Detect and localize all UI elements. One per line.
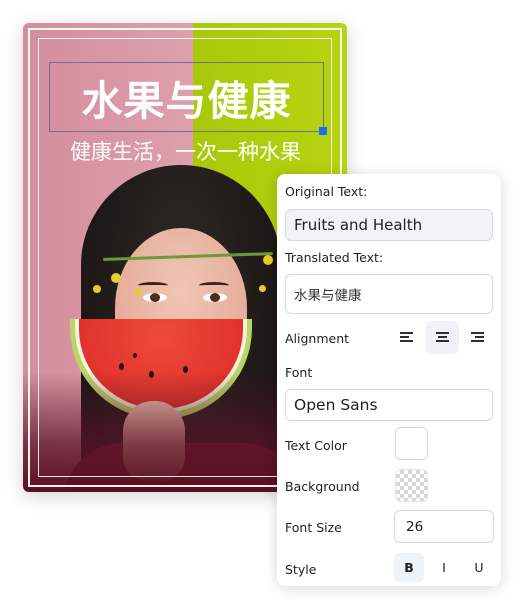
photo-flower (259, 285, 266, 292)
text-color-swatch[interactable] (395, 427, 428, 460)
text-properties-panel: Original Text: Fruits and Health Transla… (277, 174, 501, 586)
align-right-icon (471, 332, 484, 342)
align-center-button[interactable] (425, 320, 459, 354)
watermelon-seed (149, 371, 154, 378)
font-label: Font (285, 365, 313, 380)
original-text-field[interactable]: Fruits and Health (285, 209, 493, 241)
background-color-swatch[interactable] (395, 469, 428, 502)
photo-eye (203, 293, 227, 302)
photo-eyebrow (199, 282, 229, 289)
alignment-button-group (390, 320, 494, 354)
resize-handle[interactable] (319, 127, 327, 135)
align-center-icon (435, 332, 449, 342)
font-size-label: Font Size (285, 520, 342, 535)
watermelon-seed (183, 366, 188, 373)
bold-button[interactable]: B (394, 552, 424, 582)
photo-flower (135, 288, 142, 295)
poster-subtitle[interactable]: 健康生活，一次一种水果 (49, 136, 322, 166)
align-left-button[interactable] (390, 321, 423, 354)
title-text-selection[interactable]: 水果与健康 (49, 62, 327, 135)
poster-title[interactable]: 水果与健康 (82, 67, 292, 127)
original-text-label: Original Text: (285, 184, 368, 199)
text-color-label: Text Color (285, 438, 347, 453)
style-button-group: B I U (394, 552, 494, 582)
translated-text-input[interactable]: 水果与健康 (285, 274, 493, 314)
font-size-input[interactable]: 26 (394, 510, 494, 543)
background-label: Background (285, 479, 360, 494)
watermelon-seed (133, 353, 137, 358)
align-right-button[interactable] (461, 321, 494, 354)
photo-flower (263, 255, 273, 265)
style-label: Style (285, 562, 317, 577)
italic-button[interactable]: I (429, 553, 459, 582)
photo-eye (143, 293, 167, 302)
photo-flower (111, 273, 121, 283)
translated-text-label: Translated Text: (285, 250, 384, 265)
photo-flower (93, 285, 101, 293)
photo-eyebrow (138, 282, 168, 289)
underline-button[interactable]: U (464, 553, 494, 582)
align-left-icon (400, 332, 413, 342)
alignment-label: Alignment (285, 331, 350, 346)
watermelon-seed (119, 363, 124, 370)
font-input[interactable]: Open Sans (285, 389, 493, 421)
